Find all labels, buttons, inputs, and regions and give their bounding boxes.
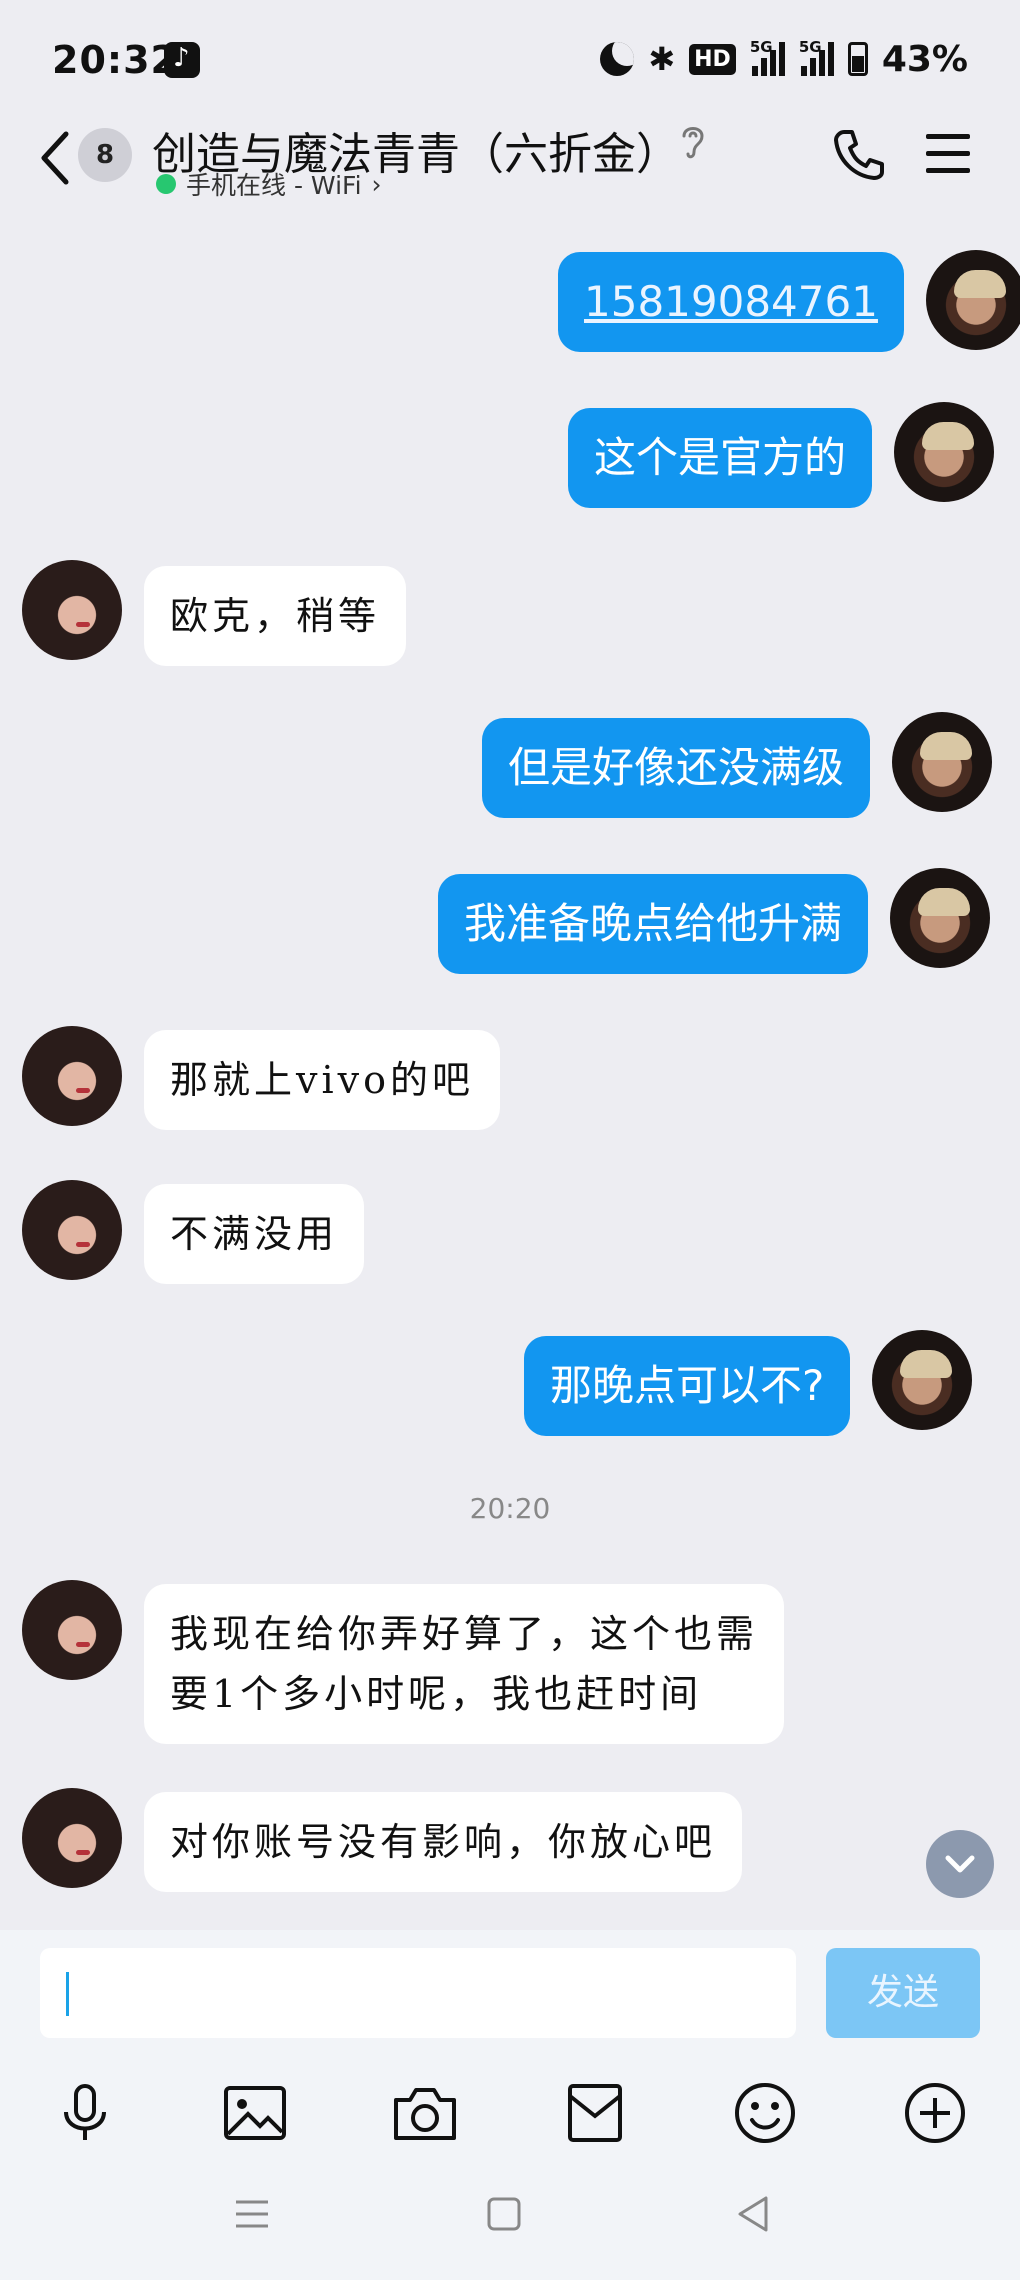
back-nav-icon[interactable]: [732, 2192, 776, 2236]
message-her: 欧克，稍等: [22, 560, 407, 666]
moon-icon: [600, 42, 635, 76]
message-bubble[interactable]: 这个是官方的: [568, 408, 873, 508]
scroll-down-button[interactable]: [926, 1830, 994, 1898]
chevron-down-icon: [945, 1855, 975, 1873]
message-bubble[interactable]: 我现在给你弄好算了，这个也需 要1个多小时呢，我也赶时间: [144, 1584, 785, 1744]
bluetooth-icon: ✱: [648, 40, 676, 78]
online-dot-icon: [156, 174, 176, 194]
battery-icon: [847, 42, 868, 76]
message-bubble[interactable]: 我准备晚点给他升满: [438, 874, 869, 974]
online-status[interactable]: 手机在线 - WiFi ›: [156, 166, 382, 202]
avatar[interactable]: [22, 1580, 122, 1680]
avatar[interactable]: [925, 250, 1020, 350]
message-bubble[interactable]: 欧克，稍等: [144, 566, 407, 666]
message-her: 那就上vivo的吧: [22, 1026, 500, 1130]
avatar[interactable]: [22, 560, 122, 660]
avatar[interactable]: [22, 1180, 122, 1280]
phone-number-link[interactable]: 15819084761: [584, 277, 878, 326]
chevron-left-icon: [41, 131, 69, 185]
online-status-text: 手机在线 - WiFi: [186, 171, 362, 200]
message-line: 要1个多小时呢，我也赶时间: [170, 1672, 703, 1716]
message-bubble[interactable]: 不满没用: [144, 1184, 365, 1284]
phone-icon: [834, 130, 884, 180]
battery-percent: 43%: [881, 38, 968, 80]
message-her: 不满没用: [22, 1180, 365, 1284]
wallet-icon[interactable]: [560, 2078, 630, 2148]
menu-button[interactable]: [926, 134, 970, 174]
mic-icon[interactable]: [50, 2078, 120, 2148]
message-her: 对你账号没有影响，你放心吧: [22, 1788, 743, 1892]
system-nav-bar: [0, 2192, 1020, 2272]
image-icon[interactable]: [220, 2078, 290, 2148]
camera-icon[interactable]: [390, 2078, 460, 2148]
message-line: 我现在给你弄好算了，这个也需: [170, 1612, 759, 1656]
message-bubble[interactable]: 对你账号没有影响，你放心吧: [144, 1792, 743, 1892]
message-bubble[interactable]: 那就上vivo的吧: [144, 1030, 500, 1130]
chat-header: 8 创造与魔法青青（六折金） 手机在线 - WiFi ›: [0, 110, 1020, 220]
signal-icon-2: 5G: [799, 38, 834, 76]
message-me: 我准备晚点给他升满: [438, 868, 991, 974]
avatar[interactable]: [22, 1788, 122, 1888]
status-bar: 20:32 ✱ HD 5G 5G 43%: [0, 0, 1020, 120]
status-time: 20:32: [52, 38, 178, 82]
input-toolbar: [0, 2078, 1020, 2158]
chevron-right-icon: ›: [371, 169, 382, 199]
message-me: 这个是官方的: [568, 402, 995, 508]
message-me: 15819084761: [558, 250, 1020, 352]
avatar[interactable]: [872, 1330, 973, 1430]
recents-icon[interactable]: [230, 2192, 274, 2236]
input-bar: 发送: [0, 1930, 1020, 2280]
message-bubble[interactable]: 那晚点可以不?: [524, 1336, 851, 1436]
unread-count-badge: 8: [78, 128, 132, 182]
phone-call-button[interactable]: [832, 126, 888, 182]
back-button[interactable]: [36, 128, 72, 188]
home-icon[interactable]: [482, 2192, 526, 2236]
ear-icon[interactable]: [678, 122, 708, 162]
text-caret: [66, 1972, 69, 2016]
message-input[interactable]: [40, 1948, 796, 2038]
avatar[interactable]: [894, 402, 995, 502]
avatar[interactable]: [22, 1026, 122, 1126]
status-icons: ✱ HD 5G 5G 43%: [600, 36, 968, 82]
timestamp: 20:20: [469, 1492, 551, 1525]
hd-icon: HD: [689, 43, 736, 75]
message-bubble[interactable]: 15819084761: [558, 252, 904, 352]
plus-icon[interactable]: [900, 2078, 970, 2148]
tiktok-icon: [164, 42, 200, 78]
avatar[interactable]: [890, 868, 991, 968]
avatar[interactable]: [892, 712, 993, 812]
signal-icon: 5G: [750, 38, 785, 76]
message-bubble[interactable]: 但是好像还没满级: [482, 718, 871, 818]
send-button[interactable]: 发送: [826, 1948, 980, 2038]
emoji-icon[interactable]: [730, 2078, 800, 2148]
message-her: 我现在给你弄好算了，这个也需 要1个多小时呢，我也赶时间: [22, 1580, 785, 1744]
message-me: 那晚点可以不?: [524, 1330, 973, 1436]
message-me: 但是好像还没满级: [482, 712, 993, 818]
